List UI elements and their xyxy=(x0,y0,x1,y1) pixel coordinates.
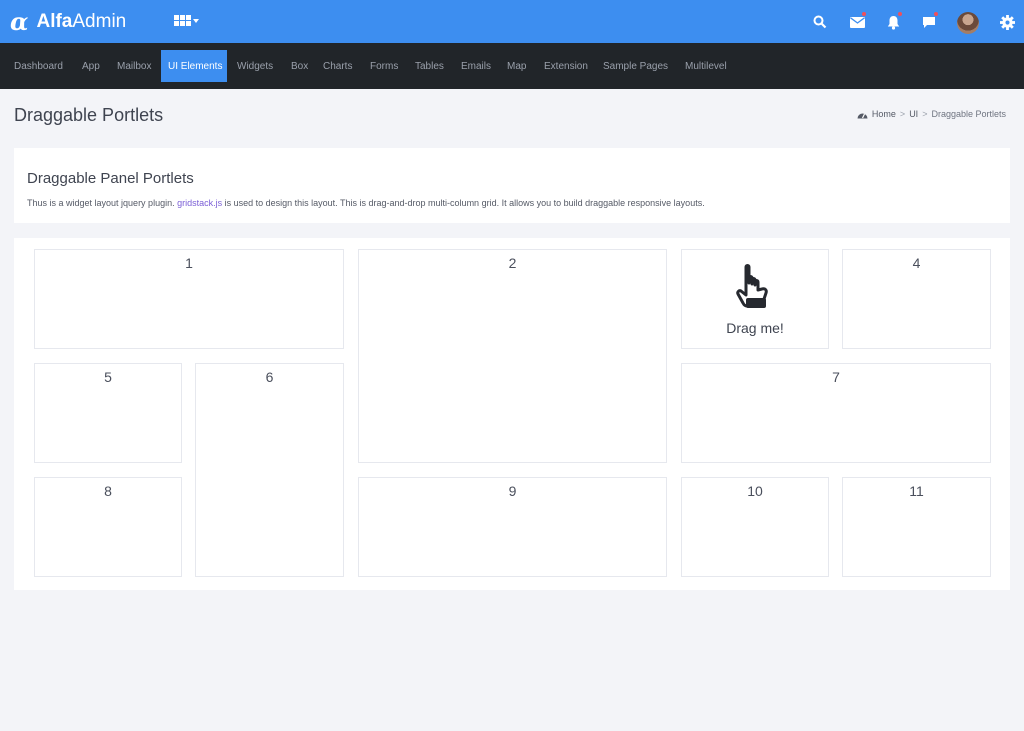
brand-name-bold: Alfa xyxy=(36,11,73,32)
nav-forms[interactable]: Forms xyxy=(370,50,398,82)
nav-tables[interactable]: Tables xyxy=(415,50,444,82)
portlet-3[interactable]: Drag me! xyxy=(681,249,829,349)
brand-logo[interactable]: α Alfa Admin xyxy=(10,9,126,35)
portlet-9[interactable]: 9 xyxy=(358,477,667,577)
desc-text-pre: Thus is a widget layout jquery plugin. xyxy=(27,198,178,208)
brand-mark: α xyxy=(10,7,29,36)
breadcrumb-current: Draggable Portlets xyxy=(931,109,1006,119)
main-nav: Dashboard App Mailbox UI Elements Widget… xyxy=(0,43,1024,89)
breadcrumb-home[interactable]: Home xyxy=(872,109,896,119)
bell-badge xyxy=(898,12,902,16)
nav-charts[interactable]: Charts xyxy=(323,50,352,82)
portlet-number: 5 xyxy=(104,369,112,385)
breadcrumb: Home > UI > Draggable Portlets xyxy=(857,109,1006,119)
card-description: Thus is a widget layout jquery plugin. g… xyxy=(27,198,705,208)
nav-mailbox[interactable]: Mailbox xyxy=(117,50,151,82)
portlet-10[interactable]: 10 xyxy=(681,477,829,577)
nav-app[interactable]: App xyxy=(82,50,100,82)
portlet-2[interactable]: 2 xyxy=(358,249,667,463)
bell-icon[interactable] xyxy=(882,11,904,33)
top-bar: α Alfa Admin xyxy=(0,0,1024,43)
portlet-5[interactable]: 5 xyxy=(34,363,182,463)
portlet-number: 7 xyxy=(832,369,840,385)
portlet-grid: 1 2 Drag me! 4 5 6 7 8 9 10 11 xyxy=(14,238,1010,590)
search-icon[interactable] xyxy=(809,11,831,33)
portlet-number: 11 xyxy=(909,483,924,499)
avatar[interactable] xyxy=(957,12,979,34)
breadcrumb-separator: > xyxy=(899,109,906,119)
nav-box[interactable]: Box xyxy=(291,50,308,82)
nav-sample-pages[interactable]: Sample Pages xyxy=(603,50,668,82)
portlet-number: 8 xyxy=(104,483,112,499)
nav-map[interactable]: Map xyxy=(507,50,526,82)
dashboard-gauge-icon xyxy=(857,113,868,118)
portlet-6[interactable]: 6 xyxy=(195,363,344,577)
breadcrumb-separator: > xyxy=(922,109,928,119)
portlet-8[interactable]: 8 xyxy=(34,477,182,577)
desc-text-post: is used to design this layout. This is d… xyxy=(222,198,705,208)
portlet-1[interactable]: 1 xyxy=(34,249,344,349)
portlet-4[interactable]: 4 xyxy=(842,249,991,349)
page-title: Draggable Portlets xyxy=(14,105,164,125)
portlet-11[interactable]: 11 xyxy=(842,477,991,577)
intro-card: Draggable Panel Portlets Thus is a widge… xyxy=(14,148,1010,223)
portlet-number: 6 xyxy=(265,369,274,385)
portlet-number: 1 xyxy=(185,255,193,271)
nav-multilevel[interactable]: Multilevel xyxy=(685,50,727,82)
brand-name-light: Admin xyxy=(72,11,127,32)
settings-gear-icon[interactable] xyxy=(996,11,1018,33)
chat-badge xyxy=(934,12,938,16)
portlet-number: 9 xyxy=(508,483,517,499)
nav-widgets[interactable]: Widgets xyxy=(237,50,273,82)
portlet-number: 4 xyxy=(912,255,921,271)
portlet-7[interactable]: 7 xyxy=(681,363,991,463)
portlet-number: 10 xyxy=(747,483,763,499)
mail-badge xyxy=(862,12,866,16)
nav-dashboard[interactable]: Dashboard xyxy=(14,50,63,82)
card-title: Draggable Panel Portlets xyxy=(27,170,194,187)
nav-extension[interactable]: Extension xyxy=(544,50,588,82)
gridstack-link[interactable]: gridstack.js xyxy=(177,198,222,208)
drag-hand-icon xyxy=(736,264,768,308)
chat-icon[interactable] xyxy=(918,11,940,33)
mail-icon[interactable] xyxy=(846,11,868,33)
portlet-number: 2 xyxy=(508,255,517,271)
breadcrumb-ui[interactable]: UI xyxy=(909,109,918,119)
drag-me-label: Drag me! xyxy=(726,320,784,336)
nav-emails[interactable]: Emails xyxy=(461,50,491,82)
nav-ui-elements[interactable]: UI Elements xyxy=(161,50,227,82)
apps-grid-icon[interactable] xyxy=(174,13,200,29)
